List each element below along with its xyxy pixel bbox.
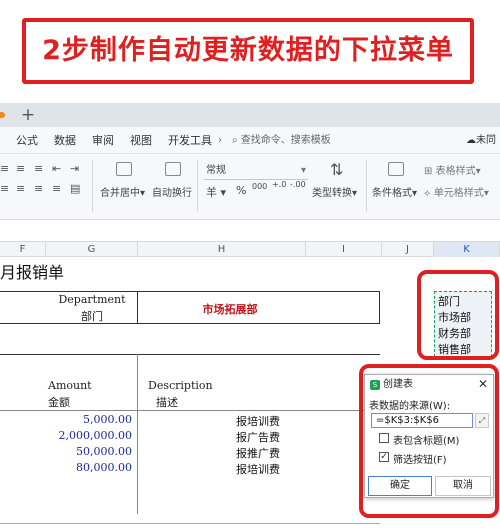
tab-strip: + (0, 103, 500, 127)
department-value[interactable]: 市场拓展部 (160, 301, 300, 317)
conditional-format-icon[interactable] (388, 162, 404, 176)
create-table-dialog: S 创建表 ✕ 表数据的来源(W): ⤢ 表包含标题(M) ✓ 筛选按钮(F) … (364, 374, 494, 498)
currency-format-button[interactable]: 羊 ▾ (206, 184, 226, 200)
description-cell[interactable]: 报广告费 (200, 429, 316, 445)
menu-developer[interactable]: 开发工具 (168, 127, 212, 154)
wrap-text-button[interactable]: 自动换行 (152, 184, 192, 199)
menu-data[interactable]: 数据 (54, 127, 76, 154)
description-label-cn: 描述 (156, 396, 178, 409)
column-header-f[interactable]: F (0, 242, 46, 258)
column-header-k[interactable]: K (434, 242, 500, 258)
title-banner: 2步制作自动更新数据的下拉菜单 (0, 0, 500, 100)
ribbon-separator (197, 160, 198, 212)
column-header-j[interactable]: J (382, 242, 434, 258)
table-border (0, 354, 380, 355)
search-icon: ⌕ (232, 135, 238, 146)
table-border (137, 354, 138, 514)
dialog-title: 创建表 (383, 379, 413, 390)
filter-label[interactable]: 筛选按钮(F) (393, 451, 447, 466)
ribbon-gap (0, 220, 500, 241)
has-header-checkbox[interactable] (379, 433, 389, 443)
justify-icon[interactable]: ≡ (52, 182, 61, 195)
has-header-label[interactable]: 表包含标题(M) (393, 432, 459, 447)
align-middle-icon[interactable]: ≡ (16, 162, 25, 175)
amount-cell[interactable]: 50,000.00 (40, 445, 132, 458)
cloud-icon: ☁ (466, 135, 476, 146)
table-border (379, 291, 380, 324)
active-tab-marker[interactable] (0, 112, 5, 118)
sheet-title: 月报销单 (0, 263, 65, 282)
number-format-dropdown[interactable]: 常规 ▾ (204, 162, 308, 180)
percent-format-button[interactable]: % (236, 184, 246, 197)
align-left-icon[interactable]: ≡ (0, 182, 9, 195)
table-style-button[interactable]: ⊞ 表格样式▾ (424, 162, 481, 177)
distribute-icon[interactable]: ▤ (70, 182, 80, 195)
wrap-text-icon[interactable] (165, 162, 181, 176)
ribbon-separator (92, 160, 93, 212)
indent-icon[interactable]: ⇤ (52, 162, 61, 175)
checkmark-icon: ✓ (380, 452, 388, 462)
conditional-format-button[interactable]: 条件格式▾ (372, 184, 417, 199)
command-search[interactable]: ⌕ 查找命令、搜索模板 (232, 127, 331, 154)
source-label: 表数据的来源(W): (369, 401, 451, 412)
chevron-down-icon: ▾ (300, 165, 306, 176)
plus-icon[interactable]: + (20, 103, 36, 127)
convert-type-icon[interactable]: ⇅ (330, 160, 343, 179)
column-header-bar: F G H I J K (0, 241, 500, 258)
thousands-separator-button[interactable]: 000 (252, 182, 267, 191)
cancel-button[interactable]: 取消 (435, 476, 491, 496)
amount-label: Amount (48, 379, 92, 392)
department-label: Department (58, 293, 126, 306)
banner-title: 2步制作自动更新数据的下拉菜单 (42, 35, 454, 66)
source-range-input[interactable] (371, 413, 473, 428)
merge-center-button[interactable]: 合并居中▾ (100, 184, 145, 199)
decrease-decimal-button[interactable]: -.00 (290, 180, 306, 189)
description-cell[interactable]: 报培训费 (200, 461, 316, 477)
description-cell[interactable]: 报培训费 (200, 413, 316, 429)
menu-more-arrow[interactable]: › (218, 127, 222, 154)
menu-review[interactable]: 审阅 (92, 127, 114, 154)
banner-frame: 2步制作自动更新数据的下拉菜单 (22, 18, 474, 84)
amount-label-cn: 金额 (48, 396, 70, 409)
filter-checkbox[interactable]: ✓ (379, 452, 389, 462)
align-center-icon[interactable]: ≡ (16, 182, 25, 195)
ribbon-toolbar: ≡ ≡ ≡ ⇤ ⇥ ≡ ≡ ≡ ≡ ▤ 合并居中▾ 自动换行 常规 ▾ 羊 ▾ %… (0, 154, 500, 220)
outdent-icon[interactable]: ⇥ (70, 162, 79, 175)
table-border (0, 523, 380, 524)
amount-cell[interactable]: 2,000,000.00 (40, 429, 132, 442)
table-border (0, 410, 380, 411)
cell-style-button[interactable]: ⟡ 单元格样式▾ (424, 184, 489, 199)
menu-formulas[interactable]: 公式 (16, 127, 38, 154)
ribbon-separator (366, 160, 367, 212)
align-top-icon[interactable]: ≡ (0, 162, 9, 175)
cell-style-icon: ⟡ (424, 188, 431, 199)
type-convert-button[interactable]: 类型转换▾ (312, 184, 357, 199)
amount-cell[interactable]: 80,000.00 (40, 461, 132, 474)
align-right-icon[interactable]: ≡ (34, 182, 43, 195)
table-style-icon: ⊞ (424, 166, 433, 177)
column-header-i[interactable]: I (306, 242, 382, 258)
increase-decimal-button[interactable]: +.0 (272, 180, 286, 189)
description-cell[interactable]: 报推广费 (200, 445, 316, 461)
cloud-sync-status[interactable]: ☁未同 (466, 127, 496, 154)
description-label: Description (148, 379, 213, 392)
menu-view[interactable]: 视图 (130, 127, 152, 154)
merge-center-icon[interactable] (116, 162, 132, 176)
align-bottom-icon[interactable]: ≡ (34, 162, 43, 175)
column-header-g[interactable]: G (46, 242, 138, 258)
ok-button[interactable]: 确定 (368, 476, 432, 496)
amount-cell[interactable]: 5,000.00 (40, 413, 132, 426)
range-picker-icon[interactable]: ⤢ (475, 413, 489, 428)
source-range-highlight (417, 270, 499, 360)
column-header-h[interactable]: H (138, 242, 306, 258)
table-border (0, 291, 380, 292)
menu-bar: 公式 数据 审阅 视图 开发工具 › ⌕ 查找命令、搜索模板 ☁未同 (0, 127, 500, 154)
close-icon[interactable]: ✕ (478, 377, 488, 391)
department-label-cn: 部门 (81, 310, 103, 323)
